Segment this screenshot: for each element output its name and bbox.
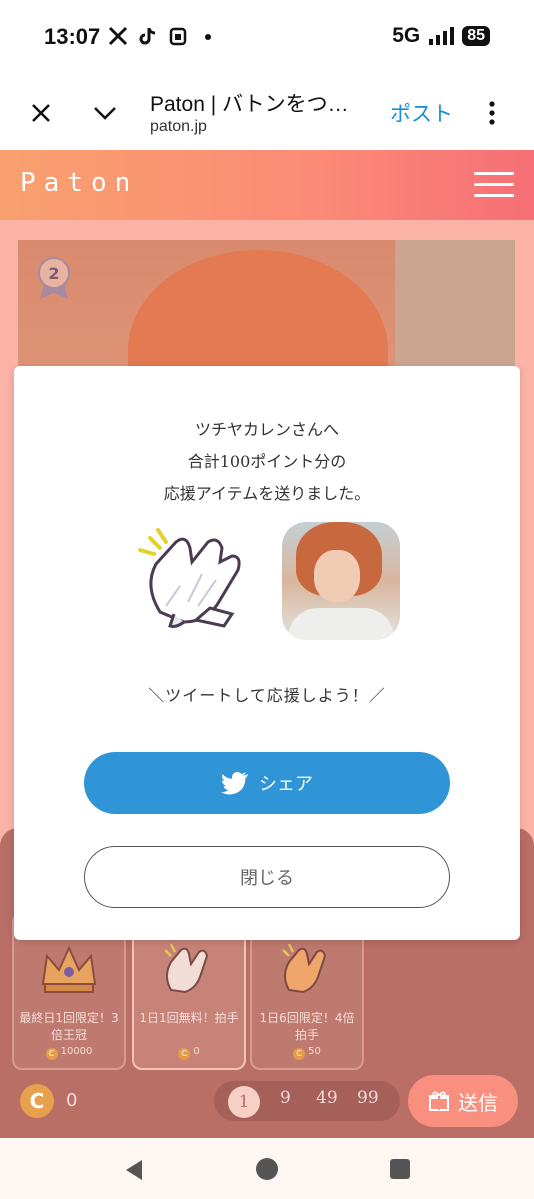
menu-line (474, 194, 514, 197)
menu-line (474, 172, 514, 175)
quantity-option[interactable]: 9 (280, 1088, 291, 1108)
avatar-shirt (288, 608, 394, 640)
site-logo[interactable]: Paton (20, 168, 138, 198)
modal-message: ツチヤカレンさんへ 合計100ポイント分の 応援アイテムを送りました。 (14, 414, 520, 510)
rank-badge: 2 (36, 257, 72, 301)
recents-icon[interactable] (390, 1159, 410, 1179)
network-label: 5G (392, 24, 421, 47)
modal-message-line: 応援アイテムを送りました。 (163, 484, 371, 503)
gift-sent-modal: ツチヤカレンさんへ 合計100ポイント分の 応援アイテムを送りました。 ＼ツイー… (14, 366, 520, 940)
close-icon[interactable] (26, 98, 56, 128)
hamburger-menu-button[interactable] (474, 172, 514, 198)
coin-icon: C (293, 1048, 306, 1060)
send-button[interactable]: 送信 (408, 1075, 518, 1127)
gift-cost-value: 50 (308, 1046, 321, 1057)
crown-icon (41, 945, 97, 993)
battery-indicator: 85 (462, 26, 490, 46)
clap-icon (164, 943, 209, 994)
coin-icon: C (45, 1048, 58, 1060)
menu-line (474, 183, 514, 186)
share-label: シェア (259, 774, 313, 795)
close-modal-button[interactable]: 閉じる (84, 846, 450, 908)
coin-icon: C (20, 1084, 54, 1118)
signal-icon (429, 27, 455, 45)
quantity-option-selected[interactable]: 1 (228, 1086, 260, 1118)
clap-icon (138, 528, 241, 628)
medal-icon: 2 (38, 257, 70, 299)
gift-cost: C 50 (252, 1046, 362, 1060)
chevron-down-icon[interactable] (90, 98, 120, 128)
browser-page-title: Paton | バトンをつ… (150, 93, 349, 116)
status-right: 5G 85 (392, 24, 490, 48)
post-button[interactable]: ポスト (390, 98, 453, 128)
app-icon (169, 27, 187, 46)
home-icon[interactable] (256, 1158, 278, 1180)
share-button[interactable]: シェア (84, 752, 450, 814)
rank-value: 2 (48, 264, 59, 283)
coin-icon: C (178, 1048, 191, 1060)
status-time: 13:07 (44, 24, 101, 49)
more-vert-icon[interactable] (482, 98, 502, 128)
modal-message-line: 合計100ポイント分の (187, 452, 347, 471)
status-notification-icons (108, 26, 218, 46)
dot-icon (205, 34, 211, 40)
modal-message-line: ツチヤカレンさんへ (194, 420, 339, 439)
x-icon (108, 26, 128, 46)
photo-wall (395, 240, 515, 370)
back-icon[interactable] (122, 1158, 146, 1182)
gift-box-icon (429, 1091, 449, 1111)
send-label: 送信 (458, 1090, 498, 1115)
gift-cost: C0 (134, 1046, 244, 1060)
recipient-avatar (282, 522, 400, 640)
gift-name: 1日6回限定！4倍拍手 (259, 1011, 355, 1042)
tweet-prompt: ＼ツイートして応援しよう！／ (148, 686, 386, 705)
gift-name: 最終日1回限定！3倍王冠 (19, 1011, 119, 1042)
quantity-option[interactable]: 49 (316, 1088, 338, 1108)
gift-cost-value: 0 (193, 1046, 200, 1057)
browser-toolbar: Paton | バトンをつ… paton.jp ポスト (0, 76, 534, 150)
gift-name: 1日1回無料！拍手 (139, 1011, 239, 1025)
gift-cost: C 10000 (14, 1046, 124, 1060)
clap-icon (282, 943, 327, 994)
site-header: Paton (0, 150, 534, 220)
tiktok-icon (139, 28, 156, 45)
browser-url: paton.jp (150, 118, 207, 135)
status-bar: 13:07 5G 85 (0, 0, 534, 76)
twitter-bird-icon (221, 772, 248, 795)
avatar-face (314, 550, 360, 602)
quantity-option[interactable]: 99 (357, 1088, 379, 1108)
gift-cost-value: 10000 (60, 1046, 93, 1057)
coin-balance: 0 (66, 1090, 78, 1111)
system-nav-bar (0, 1138, 534, 1199)
